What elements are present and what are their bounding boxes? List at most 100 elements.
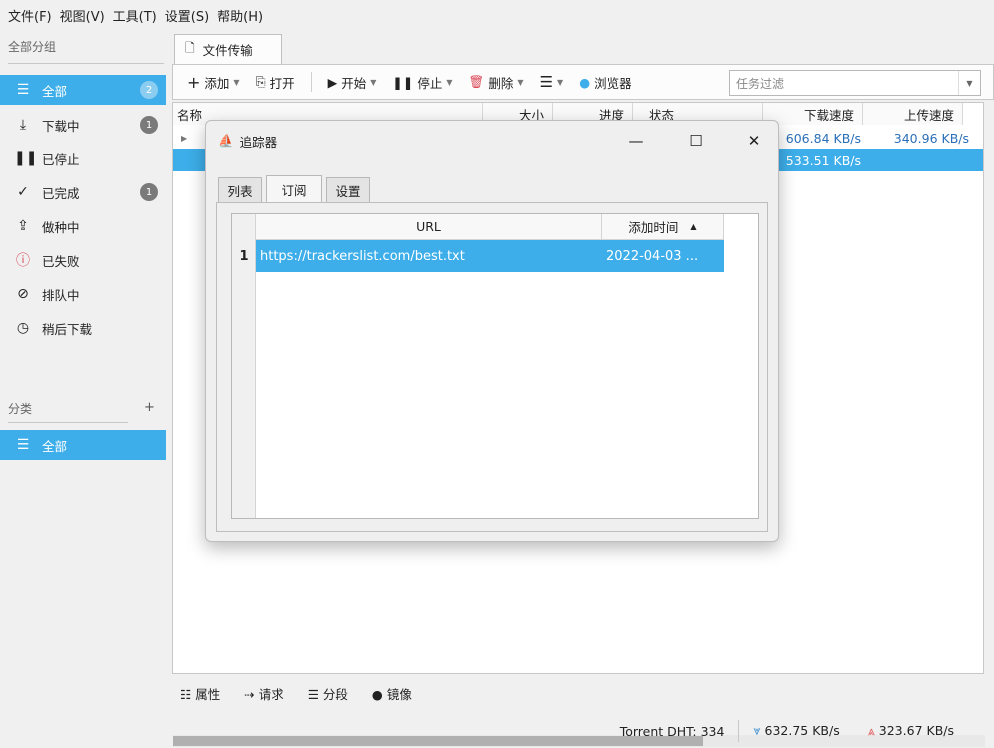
added-time-cell: 2022-04-03 ... <box>606 248 699 264</box>
download-rate-value: 632.75 KB/s <box>764 723 840 738</box>
sort-up-icon: ▲ <box>690 222 697 231</box>
subscription-table: URL 添加时间 ▲ 1 https://trackerslist.com/be… <box>231 213 759 519</box>
tracker-dialog: ⛵ 追踪器 — ☐ ✕ 列表 订阅 设置 URL 添加时间 ▲ 1 https:… <box>205 120 779 542</box>
tab-file-transfer[interactable]: 🗋 文件传输 <box>174 34 282 64</box>
menu-view[interactable]: 视图(V) <box>60 6 105 25</box>
browser-button[interactable]: ● 浏览器 <box>573 73 637 92</box>
sidebar-item-label: 已失败 <box>42 253 80 269</box>
sidebar-item-stopped[interactable]: ❚❚ 已停止 <box>0 143 166 173</box>
sidebar-item-label: 全部 <box>42 83 68 99</box>
tab-label: 属性 <box>195 686 221 702</box>
chevron-down-icon: ▼ <box>517 77 524 87</box>
count-badge: 2 <box>140 81 158 99</box>
tab-label: 分段 <box>322 686 348 702</box>
sidebar-item-failed[interactable]: ⓘ 已失败 <box>0 245 166 275</box>
groups-divider <box>8 63 164 64</box>
add-button[interactable]: + 添加 ▼ <box>181 73 246 92</box>
menu-file[interactable]: 文件(F) <box>8 6 52 25</box>
chevron-down-icon[interactable]: ▼ <box>958 71 980 95</box>
pause-icon: ❚❚ <box>14 150 38 166</box>
sidebar: 全部分组 ☰ 全部 2 ⤓ 下载中 1 ❚❚ 已停止 ✓ 已完成 1 ⇪ 做种中… <box>0 30 170 748</box>
start-label: 开始 <box>341 75 367 91</box>
segments-icon: ☰ <box>307 686 319 702</box>
menu-tools[interactable]: 工具(T) <box>113 6 157 25</box>
add-category-button[interactable]: + <box>144 400 155 415</box>
sidebar-item-label: 稍后下载 <box>42 321 93 337</box>
open-button[interactable]: ⎘ 打开 <box>250 73 301 92</box>
col-header-added-time[interactable]: 添加时间 ▲ <box>602 214 724 240</box>
dialog-title: 追踪器 <box>239 134 278 150</box>
chevron-down-icon: ▼ <box>557 77 564 87</box>
minimize-button[interactable]: — <box>626 131 646 151</box>
table-row[interactable]: https://trackerslist.com/best.txt 2022-0… <box>256 240 724 272</box>
play-icon: ▶ <box>327 74 338 90</box>
hamburger-icon: ☰ <box>539 73 554 91</box>
expand-arrow-icon[interactable]: ▶ <box>181 127 187 149</box>
sidebar-item-all[interactable]: ☰ 全部 2 <box>0 75 166 105</box>
trash-icon: 🗑 <box>468 74 485 89</box>
menu-settings[interactable]: 设置(S) <box>165 6 209 25</box>
col-header-upload-speed[interactable]: 上传速度 <box>863 103 963 125</box>
upload-rate-value: 323.67 KB/s <box>878 723 954 738</box>
close-button[interactable]: ✕ <box>744 131 764 151</box>
list-icon: ☰ <box>16 437 30 453</box>
chevron-down-icon: ▼ <box>370 77 377 87</box>
tab-label: 镜像 <box>386 686 412 702</box>
delete-button[interactable]: 🗑 删除 ▼ <box>463 73 530 92</box>
category-item-all[interactable]: ☰ 全部 <box>0 430 166 460</box>
tab-mirrors[interactable]: ● 镜像 <box>372 684 412 703</box>
col-header-url[interactable]: URL <box>256 214 602 240</box>
menu-help[interactable]: 帮助(H) <box>217 6 263 25</box>
stop-button[interactable]: ❚❚ 停止 ▼ <box>386 73 458 92</box>
globe-icon: ● <box>579 74 591 90</box>
task-filter-input[interactable]: 任务过滤 ▼ <box>729 70 981 96</box>
col-header-label: 添加时间 <box>628 220 679 235</box>
categories-divider <box>8 422 128 423</box>
tab-segments[interactable]: ☰ 分段 <box>308 684 348 703</box>
detail-tab-bar: ☷ 属性 ⇢ 请求 ☰ 分段 ● 镜像 <box>172 678 412 708</box>
start-button[interactable]: ▶ 开始 ▼ <box>322 73 383 92</box>
tab-list[interactable]: 列表 <box>218 177 262 203</box>
download-speed-cell: 533.51 KB/s <box>785 152 861 168</box>
clock-icon: ◷ <box>16 320 30 336</box>
url-cell: https://trackerslist.com/best.txt <box>260 248 465 264</box>
groups-title: 全部分组 <box>8 40 57 54</box>
toolbar: + 添加 ▼ ⎘ 打开 ▶ 开始 ▼ ❚❚ 停止 ▼ 🗑 删除 ▼ ☰ ▼ ● … <box>172 64 994 100</box>
sidebar-item-completed[interactable]: ✓ 已完成 1 <box>0 177 166 207</box>
count-badge: 1 <box>140 116 158 134</box>
arrow-right-icon: ⇢ <box>244 686 255 702</box>
status-bar: Torrent DHT: 334 ⩔ 632.75 KB/s ⩓ 323.67 … <box>172 714 994 748</box>
sidebar-item-label: 排队中 <box>42 287 80 303</box>
tab-requests[interactable]: ⇢ 请求 <box>244 684 283 703</box>
upload-speed-cell <box>865 149 969 171</box>
sidebar-item-downloading[interactable]: ⤓ 下载中 1 <box>0 110 166 140</box>
maximize-button[interactable]: ☐ <box>686 131 706 151</box>
properties-icon: ☷ <box>180 686 192 702</box>
menu-bar: 文件(F) 视图(V) 工具(T) 设置(S) 帮助(H) <box>0 0 994 30</box>
pause-icon: ❚❚ <box>392 74 414 90</box>
open-file-icon: ⎘ <box>255 74 266 89</box>
sidebar-item-label: 做种中 <box>42 219 80 235</box>
chevron-down-icon: ▼ <box>446 77 453 87</box>
menu-button[interactable]: ☰ ▼ <box>534 73 570 91</box>
filter-placeholder: 任务过滤 <box>736 76 785 91</box>
add-label: 添加 <box>204 75 230 91</box>
count-badge: 1 <box>140 183 158 201</box>
warning-icon: ⓘ <box>16 253 30 269</box>
upload-arrow-icon: ⩓ <box>867 723 875 738</box>
tab-label: 文件传输 <box>202 43 253 58</box>
sidebar-item-label: 已停止 <box>42 151 80 167</box>
sidebar-item-seeding[interactable]: ⇪ 做种中 <box>0 211 166 241</box>
subscribe-pane: URL 添加时间 ▲ 1 https://trackerslist.com/be… <box>216 202 768 532</box>
tab-settings[interactable]: 设置 <box>326 177 370 203</box>
tab-label: 请求 <box>258 686 284 702</box>
toolbar-divider <box>310 72 312 92</box>
delete-label: 删除 <box>488 75 514 91</box>
open-label: 打开 <box>269 75 295 91</box>
sidebar-item-later[interactable]: ◷ 稍后下载 <box>0 313 166 343</box>
tab-properties[interactable]: ☷ 属性 <box>180 684 220 703</box>
tab-subscribe[interactable]: 订阅 <box>266 175 322 203</box>
sidebar-item-label: 已完成 <box>42 185 80 201</box>
sidebar-item-queued[interactable]: ⊘ 排队中 <box>0 279 166 309</box>
sidebar-item-label: 下载中 <box>42 118 80 134</box>
